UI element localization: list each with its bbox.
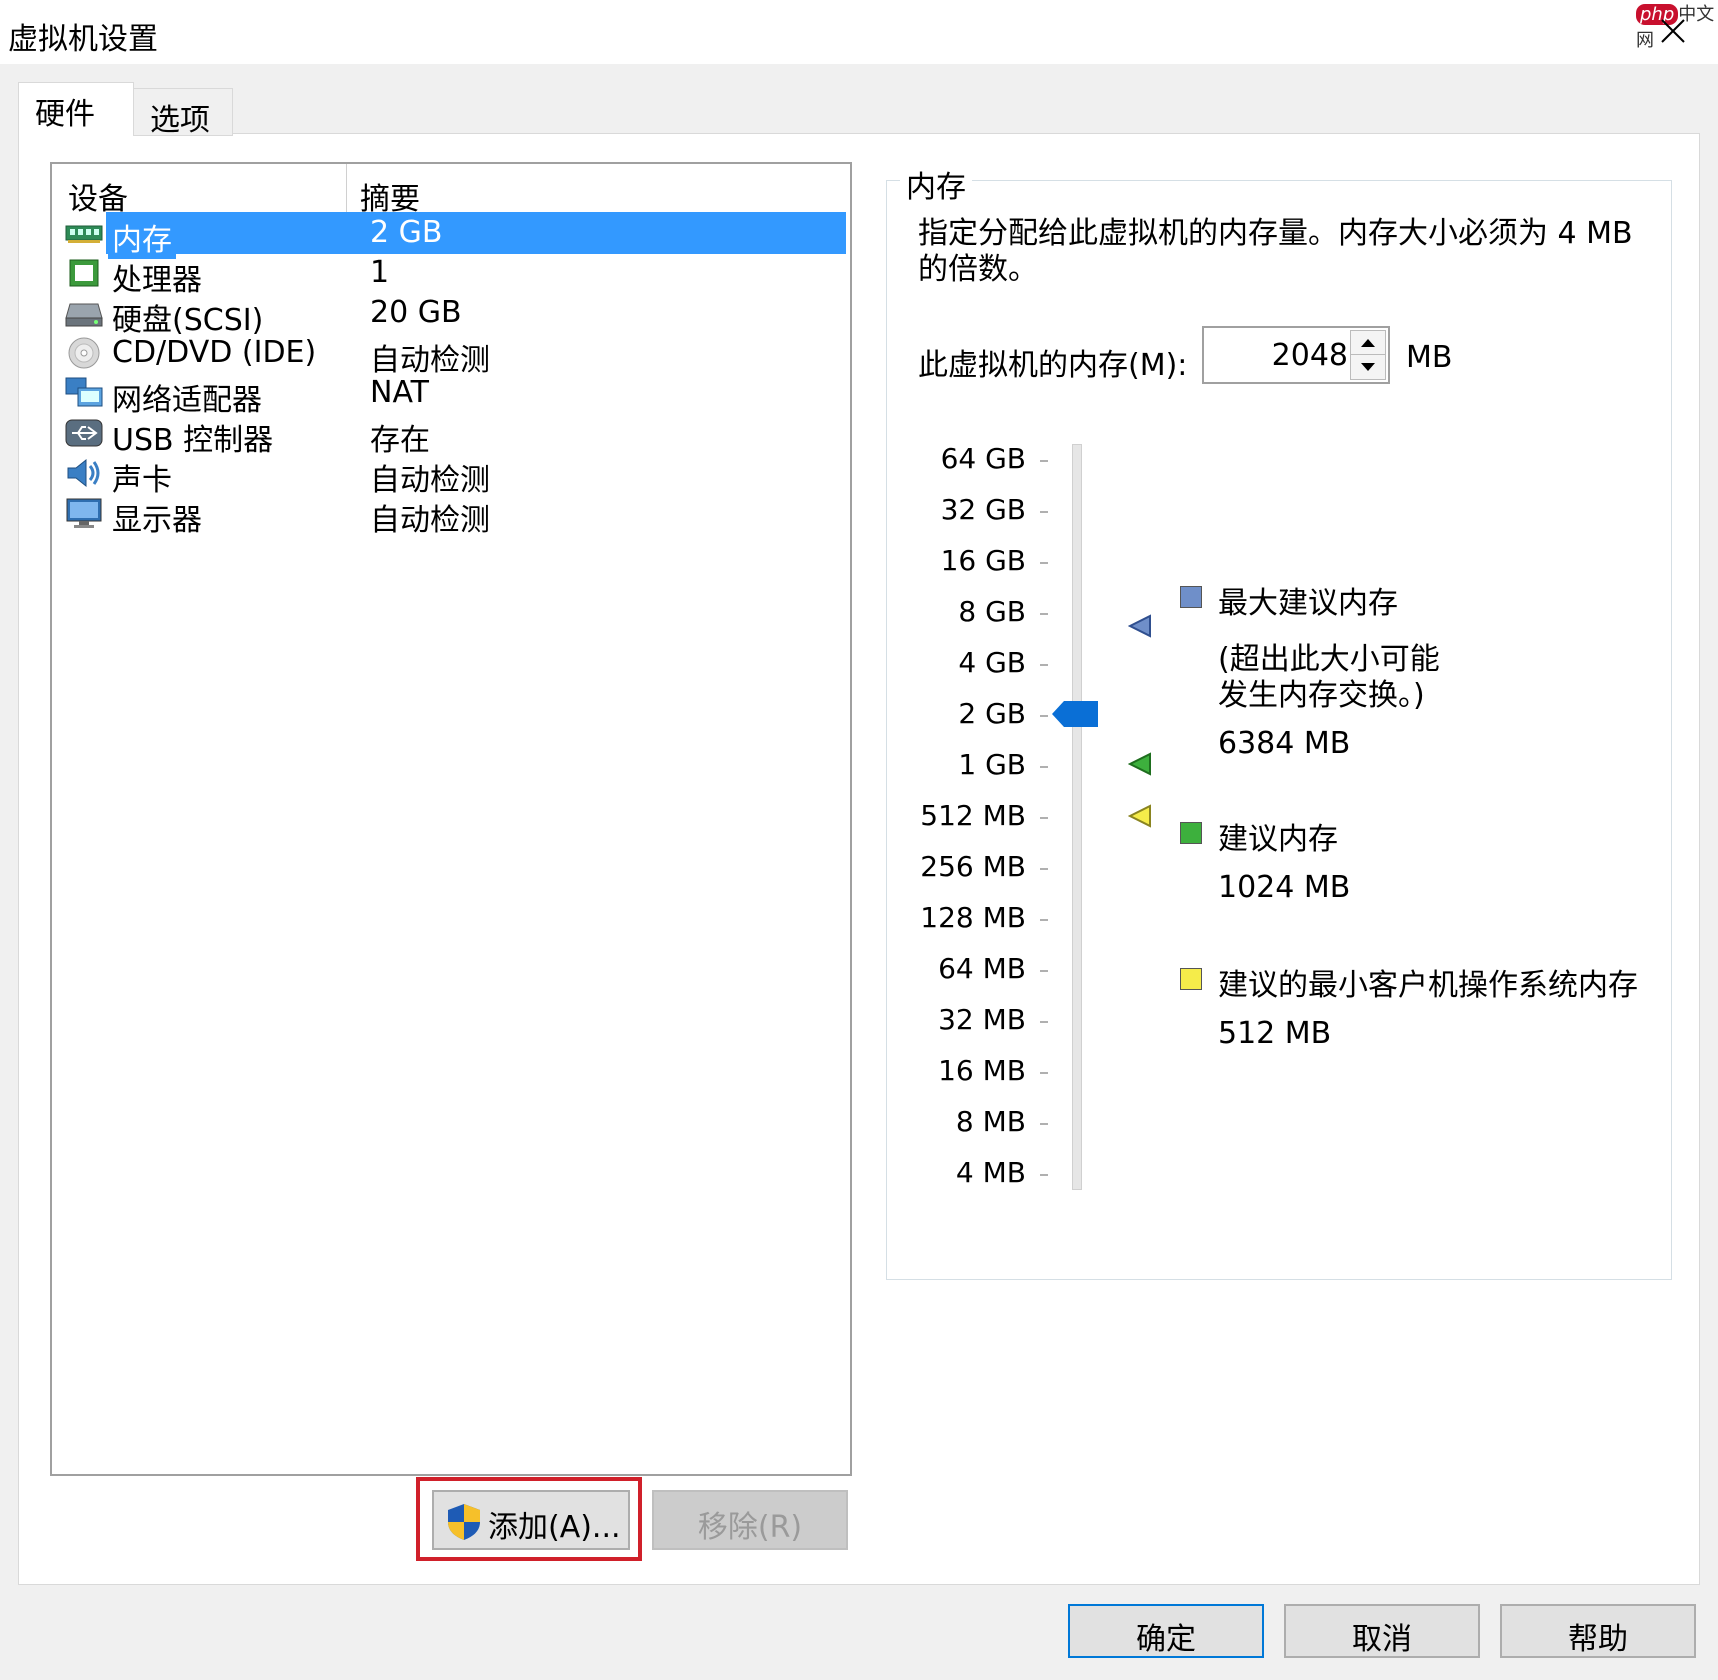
legend-max-swatch (1180, 586, 1202, 608)
scale-tick (1040, 919, 1048, 921)
cancel-button[interactable]: 取消 (1284, 1604, 1480, 1658)
ok-button[interactable]: 确定 (1068, 1604, 1264, 1658)
memory-icon (65, 225, 103, 243)
legend-minimum-value: 512 MB (1218, 1016, 1332, 1051)
close-icon (1661, 19, 1685, 43)
device-summary: 1 (370, 255, 390, 290)
legend-max-title: 最大建议内存 (1218, 586, 1398, 621)
scale-tick (1040, 1174, 1048, 1176)
scale-label: 256 MB (920, 850, 1026, 883)
add-button-label: 添加(A)... (488, 1510, 621, 1545)
scale-tick (1040, 766, 1048, 768)
memory-slider-track[interactable] (1072, 444, 1082, 1190)
spin-down-button[interactable] (1350, 354, 1386, 380)
scale-label: 32 MB (938, 1003, 1026, 1036)
cancel-button-label: 取消 (1352, 1622, 1412, 1657)
device-row-cd-dvd[interactable]: CD/DVD (IDE) 自动检测 (62, 332, 848, 378)
scale-label: 64 MB (938, 952, 1026, 985)
hard-disk-icon (65, 303, 103, 327)
device-summary: 20 GB (370, 295, 462, 330)
scale-label: 16 GB (940, 544, 1026, 577)
memory-input[interactable] (1208, 332, 1348, 378)
scale-tick (1040, 715, 1048, 717)
device-row-display[interactable]: 显示器 自动检测 (62, 492, 848, 538)
legend-minimum-swatch (1180, 968, 1202, 990)
scale-label: 8 MB (955, 1105, 1026, 1138)
scale-tick (1040, 664, 1048, 666)
scale-label: 4 GB (958, 646, 1026, 679)
memory-unit: MB (1406, 340, 1453, 375)
device-name: CD/DVD (IDE) (112, 335, 317, 370)
remove-button[interactable]: 移除(R) (652, 1490, 848, 1550)
tab-hardware[interactable]: 硬件 (18, 82, 134, 135)
legend-max-value: 6384 MB (1218, 726, 1351, 761)
memory-group-title: 内存 (900, 162, 972, 206)
scale-tick (1040, 460, 1048, 462)
recommended-marker-icon (1128, 752, 1151, 776)
device-row-network-adapter[interactable]: 网络适配器 NAT (62, 372, 848, 418)
sound-card-icon (67, 458, 100, 488)
processor-icon (69, 259, 99, 287)
device-row-hard-disk[interactable]: 硬盘(SCSI) 20 GB (62, 292, 848, 338)
scale-label: 8 GB (958, 595, 1026, 628)
legend-max-note: 发生内存交换。) (1218, 678, 1425, 713)
max-recommended-marker-icon (1128, 614, 1151, 638)
window-title: 虚拟机设置 (8, 22, 158, 57)
scale-tick (1040, 511, 1048, 513)
network-adapter-icon (65, 377, 103, 407)
scale-tick (1040, 562, 1048, 564)
title-bar (0, 0, 1718, 64)
legend-recommended-title: 建议内存 (1218, 822, 1338, 857)
device-row-sound-card[interactable]: 声卡 自动检测 (62, 452, 848, 498)
device-summary: 2 GB (370, 215, 443, 250)
tab-options[interactable]: 选项 (133, 88, 233, 138)
legend-minimum-title: 建议的最小客户机操作系统内存 (1218, 968, 1638, 1003)
remove-button-label: 移除(R) (697, 1510, 803, 1545)
usb-icon (65, 419, 103, 447)
memory-description: 指定分配给此虚拟机的内存量。内存大小必须为 4 MB 的倍数。 (918, 216, 1633, 287)
minimum-marker-icon (1128, 804, 1151, 828)
scale-label: 16 MB (938, 1054, 1026, 1087)
column-divider[interactable] (346, 164, 347, 212)
arrow-up-icon (1361, 339, 1375, 347)
scale-label: 32 GB (940, 493, 1026, 526)
scale-tick (1040, 1072, 1048, 1074)
add-button[interactable]: 添加(A)... (432, 1490, 630, 1550)
memory-field-label: 此虚拟机的内存(M): (918, 348, 1188, 383)
device-row-processor[interactable]: 处理器 1 (62, 252, 848, 298)
spin-up-button[interactable] (1350, 330, 1386, 356)
scale-label: 512 MB (920, 799, 1026, 832)
uac-shield-icon (448, 1504, 480, 1540)
scale-label: 64 GB (940, 442, 1026, 475)
scale-label: 128 MB (920, 901, 1026, 934)
scale-tick (1040, 1021, 1048, 1023)
device-name: 显示器 (112, 503, 202, 538)
legend-recommended-swatch (1180, 822, 1202, 844)
memory-spinbox[interactable] (1202, 326, 1390, 384)
scale-tick (1040, 1123, 1048, 1125)
device-summary: 自动检测 (370, 503, 490, 538)
memory-slider-thumb[interactable] (1052, 700, 1098, 728)
arrow-down-icon (1361, 363, 1375, 371)
scale-label: 4 MB (955, 1156, 1026, 1189)
scale-tick (1040, 817, 1048, 819)
ok-button-label: 确定 (1136, 1622, 1196, 1657)
scale-label: 2 GB (958, 697, 1026, 730)
scale-tick (1040, 970, 1048, 972)
device-row-memory[interactable]: 内存 2 GB (62, 212, 848, 259)
help-button-label: 帮助 (1568, 1622, 1628, 1657)
display-icon (66, 498, 102, 528)
cd-dvd-icon (68, 337, 100, 369)
device-list[interactable]: 设备 摘要 内存 2 GB 处理器 1 硬盘(SCSI) 20 GB CD/DV… (50, 162, 852, 1476)
device-summary: NAT (370, 375, 429, 410)
help-button[interactable]: 帮助 (1500, 1604, 1696, 1658)
scale-label: 1 GB (958, 748, 1026, 781)
legend-recommended-value: 1024 MB (1218, 870, 1351, 905)
close-button[interactable] (1640, 8, 1710, 58)
scale-tick (1040, 868, 1048, 870)
device-row-usb[interactable]: USB 控制器 存在 (62, 412, 848, 458)
scale-tick (1040, 613, 1048, 615)
